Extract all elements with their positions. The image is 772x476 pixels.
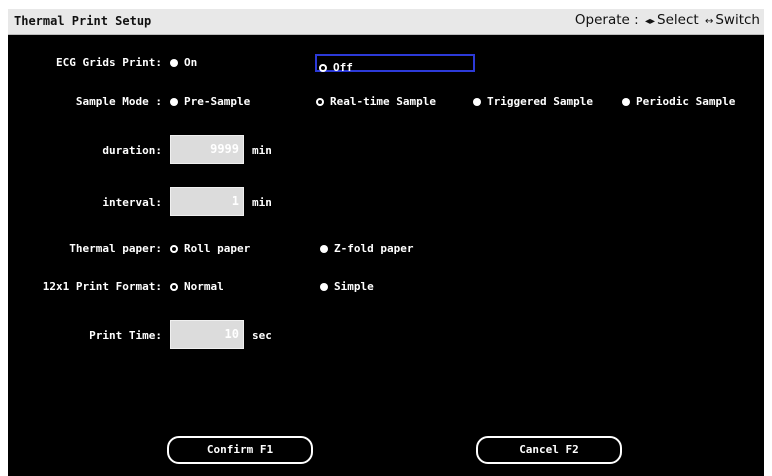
print-format-label: 12x1 Print Format: [42, 280, 162, 293]
print-format-simple-option[interactable]: Simple [320, 280, 374, 293]
operate-hint: Operate : ◂▸ Select ↔ Switch [575, 12, 760, 28]
radio-unselected-icon [320, 283, 328, 291]
interval-input[interactable]: 1 [170, 187, 244, 216]
duration-input[interactable]: 9999 [170, 135, 244, 164]
interval-label: interval: [102, 196, 162, 209]
ecg-grids-off-option[interactable]: Off [315, 54, 475, 74]
thermal-paper-label: Thermal paper: [69, 242, 162, 255]
option-label: Real-time Sample [330, 95, 436, 108]
duration-label: duration: [102, 144, 162, 157]
operate-label: Operate : [574, 12, 639, 28]
radio-unselected-icon [473, 98, 481, 106]
radio-unselected-icon [170, 59, 178, 67]
radio-unselected-icon [622, 98, 630, 106]
option-label: Periodic Sample [636, 95, 736, 108]
option-label: Simple [334, 280, 374, 293]
sample-mode-triggered-option[interactable]: Triggered Sample [473, 95, 593, 108]
interval-unit: min [252, 196, 272, 209]
cancel-button[interactable]: Cancel F2 [476, 436, 622, 464]
window-title: Thermal Print Setup [14, 14, 152, 28]
option-label: Triggered Sample [487, 95, 593, 108]
print-time-input[interactable]: 10 [170, 320, 244, 349]
screen: Thermal Print Setup Operate : ◂▸ Select ↔… [8, 9, 764, 476]
option-label: Roll paper [184, 242, 251, 255]
sample-mode-pre-sample-option[interactable]: Pre-Sample [170, 95, 250, 108]
confirm-button[interactable]: Confirm F1 [167, 436, 313, 464]
option-label: Z-fold paper [334, 242, 414, 255]
sample-mode-label: Sample Mode : [75, 95, 162, 108]
thermal-paper-zfold-option[interactable]: Z-fold paper [320, 242, 413, 255]
sample-mode-periodic-option[interactable]: Periodic Sample [622, 95, 735, 108]
ecg-grids-off-content: Off [319, 61, 353, 74]
radio-unselected-icon [320, 245, 328, 253]
duration-unit: min [252, 144, 272, 157]
title-bar: Thermal Print Setup Operate : ◂▸ Select ↔… [8, 9, 764, 35]
radio-selected-icon [170, 283, 178, 291]
ecg-grids-label: ECG Grids Print: [56, 56, 162, 69]
radio-selected-icon [319, 64, 327, 72]
print-time-label: Print Time: [89, 329, 162, 342]
print-time-unit: sec [252, 329, 272, 342]
print-format-normal-option[interactable]: Normal [170, 280, 224, 293]
option-label: Normal [184, 280, 224, 293]
select-arrows-icon: ◂▸ [644, 16, 656, 27]
switch-hint-text: Switch [715, 12, 760, 28]
switch-arrows-icon: ↔ [704, 16, 714, 27]
option-label: On [184, 56, 198, 69]
radio-unselected-icon [170, 98, 178, 106]
option-label: Pre-Sample [184, 95, 251, 108]
radio-selected-icon [316, 98, 324, 106]
thermal-paper-roll-option[interactable]: Roll paper [170, 242, 250, 255]
select-hint-text: Select [657, 12, 699, 28]
sample-mode-real-time-option[interactable]: Real-time Sample [316, 95, 436, 108]
ecg-grids-on-option[interactable]: On [170, 56, 197, 69]
radio-selected-icon [170, 245, 178, 253]
option-label: Off [333, 61, 353, 74]
